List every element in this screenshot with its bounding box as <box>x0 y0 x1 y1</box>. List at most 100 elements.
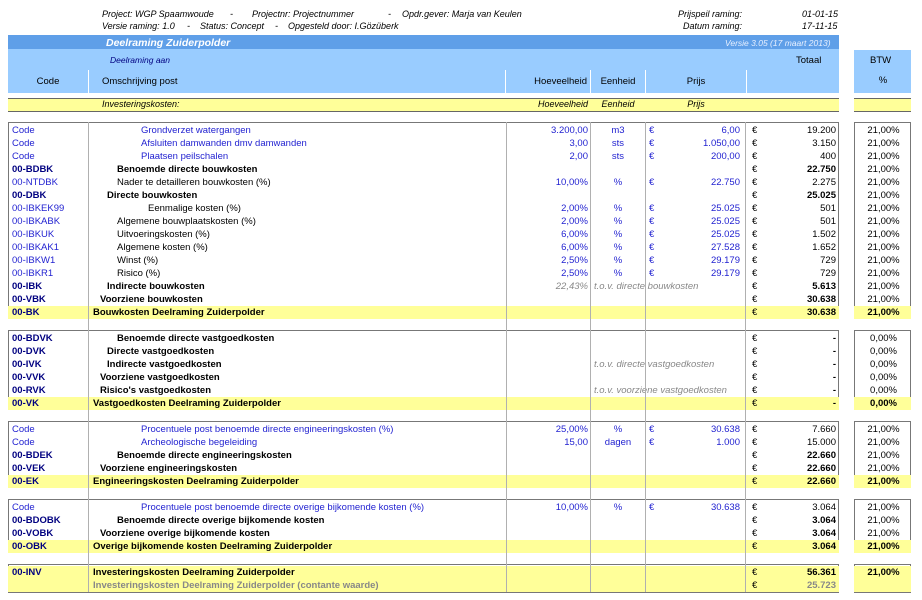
col-unit: Eenheid <box>591 70 646 93</box>
row-price-currency: € <box>649 229 655 240</box>
row-price: 22.750 <box>710 177 740 188</box>
row-total: 25.025 <box>806 190 836 201</box>
row-qty: 3.200,00 <box>551 125 588 136</box>
row-btw: 21,00% <box>867 203 900 214</box>
row-unit: % <box>613 216 623 227</box>
row-total: 30.638 <box>806 307 836 318</box>
row-total: - <box>832 346 836 357</box>
row-total-currency: € <box>752 372 758 383</box>
row-code: 00-EK <box>12 476 39 487</box>
row-btw: 21,00% <box>867 125 900 136</box>
table-row: 00-OBK Overige bijkomende kosten Deelrami… <box>8 540 912 553</box>
investment-unit-label: Eenheid <box>601 99 635 109</box>
row-total-currency: € <box>752 567 758 578</box>
row-total: - <box>832 398 836 409</box>
row-code: Code <box>12 424 35 435</box>
row-code: 00-IBKW1 <box>12 255 56 266</box>
table-row: 00-BDEK Benoemde directe engineeringskost… <box>8 449 912 462</box>
row-code: 00-BDBK <box>12 164 54 175</box>
row-description: Nader te detailleren bouwkosten (%) <box>117 177 271 188</box>
row-total-currency: € <box>752 229 758 240</box>
row-code: Code <box>12 151 35 162</box>
table-row: 00-IBKUK Uitvoeringskosten (%) 6,00%% €25.0… <box>8 228 912 241</box>
row-total-currency: € <box>752 242 758 253</box>
row-total-currency: € <box>752 203 758 214</box>
row-highlight <box>854 579 911 592</box>
row-total-currency: € <box>752 255 758 266</box>
row-price: 1.000 <box>716 437 740 448</box>
row-btw: 21,00% <box>867 437 900 448</box>
row-description: Investeringskosten Deelraming Zuiderpold… <box>93 580 379 591</box>
row-price-currency: € <box>649 216 655 227</box>
row-total: 7.660 <box>812 424 836 435</box>
table-row: Code Procentuele post benoemde directe en… <box>8 423 912 436</box>
row-code: 00-VVK <box>12 372 46 383</box>
row-total: - <box>832 385 836 396</box>
col-btw-percent: % <box>878 75 888 86</box>
row-btw: 21,00% <box>867 255 900 266</box>
col-price: Prijs <box>646 70 747 93</box>
row-description: Directe vastgoedkosten <box>107 346 215 357</box>
price-level-label: Prijspeil raming: <box>678 9 743 19</box>
subtitle: Deelraming aan <box>110 55 171 65</box>
row-btw: 21,00% <box>867 424 900 435</box>
btw-label: BTW <box>870 55 892 66</box>
row-description: Risico (%) <box>117 268 161 279</box>
row-unit: % <box>613 242 623 253</box>
row-code: 00-BDVK <box>12 333 53 344</box>
row-total: 2.275 <box>812 177 836 188</box>
row-qty: 10,00% <box>555 502 588 513</box>
grid-line <box>88 122 89 592</box>
row-qty: 6,00% <box>561 229 588 240</box>
table-row: Code Archeologische begeleiding 15,00 dagen… <box>8 436 912 449</box>
row-code: 00-IBKEK99 <box>12 203 65 214</box>
table-row: 00-BDBK Benoemde directe bouwkosten €22.75… <box>8 163 912 176</box>
row-code: 00-IBKAK1 <box>12 242 59 253</box>
row-total: - <box>832 333 836 344</box>
row-description: Voorziene bouwkosten <box>100 294 203 305</box>
row-btw: 21,00% <box>867 151 900 162</box>
row-btw: 21,00% <box>867 502 900 513</box>
row-total-currency: € <box>752 346 758 357</box>
row-code: 00-BDEK <box>12 450 53 461</box>
row-btw: 0,00% <box>870 372 897 383</box>
row-total-currency: € <box>752 359 758 370</box>
row-code: 00-NTDBK <box>12 177 58 188</box>
table-row: 00-VVK Voorziene vastgoedkosten € - 0,00% <box>8 371 912 384</box>
row-btw: 21,00% <box>867 450 900 461</box>
table-row: 00-VOBK Voorziene overige bijkomende kost… <box>8 527 912 540</box>
row-btw: 21,00% <box>867 515 900 526</box>
row-total: 1.652 <box>812 242 836 253</box>
row-total-currency: € <box>752 307 758 318</box>
row-total: 22.660 <box>806 463 836 474</box>
row-description: Investeringskosten Deelraming Zuiderpold… <box>93 567 295 578</box>
row-total: 3.064 <box>812 502 836 513</box>
row-btw: 21,00% <box>867 476 900 487</box>
row-btw: 21,00% <box>867 164 900 175</box>
row-price-currency: € <box>649 255 655 266</box>
row-qty: 2,00% <box>561 216 588 227</box>
row-price-currency: € <box>649 203 655 214</box>
col-quantity: Hoeveelheid <box>506 70 591 93</box>
row-price: 29.179 <box>710 268 740 279</box>
row-description: Benoemde directe overige bijkomende kost… <box>117 515 325 526</box>
row-description: Risico's vastgoedkosten <box>100 385 212 396</box>
row-qty: 2,00% <box>561 203 588 214</box>
row-total-currency: € <box>752 294 758 305</box>
project-name: Project: WGP Spaamwoude <box>102 9 214 19</box>
row-qty: 6,00% <box>561 242 588 253</box>
row-total: 22.750 <box>806 164 836 175</box>
row-qty: 25,00% <box>555 424 588 435</box>
row-price-currency: € <box>649 242 655 253</box>
table-row: 00-IVK Indirecte vastgoedkosten t.o.v. dir… <box>8 358 912 371</box>
row-total-currency: € <box>752 177 758 188</box>
table-row: 00-IBK Indirecte bouwkosten 22,43% t.o.v. d… <box>8 280 912 293</box>
row-total-currency: € <box>752 424 758 435</box>
row-total: 56.361 <box>806 567 836 578</box>
row-price: 27.528 <box>710 242 740 253</box>
row-btw: 0,00% <box>870 333 897 344</box>
row-price: 200,00 <box>710 151 740 162</box>
date-value: 17-11-15 <box>802 21 838 31</box>
row-total: 3.064 <box>812 528 836 539</box>
row-code: 00-VK <box>12 398 39 409</box>
